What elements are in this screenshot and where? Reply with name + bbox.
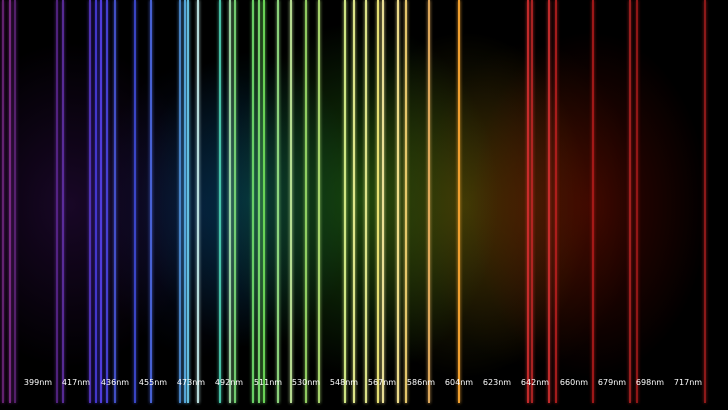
- wavelength-label: 660nm: [559, 378, 589, 387]
- wavelength-label: 623nm: [482, 378, 512, 387]
- wavelength-label: 717nm: [673, 378, 703, 387]
- wavelength-label: 492nm: [214, 378, 244, 387]
- wavelength-label: 455nm: [138, 378, 168, 387]
- wavelength-label: 586nm: [406, 378, 436, 387]
- wavelength-label: 511nm: [253, 378, 283, 387]
- wavelength-label: 642nm: [520, 378, 550, 387]
- wavelength-label: 530nm: [291, 378, 321, 387]
- wavelength-label: 698nm: [635, 378, 665, 387]
- wavelength-label: 567nm: [367, 378, 397, 387]
- wavelength-label: 473nm: [176, 378, 206, 387]
- wavelength-label: 417nm: [61, 378, 91, 387]
- spectrum-image: 399nm 417nm 436nm 455nm 473nm 492nm 511n…: [0, 0, 728, 410]
- wavelength-label: 399nm: [23, 378, 53, 387]
- wavelength-label: 679nm: [597, 378, 627, 387]
- wavelength-label: 436nm: [100, 378, 130, 387]
- wavelength-scale: 399nm 417nm 436nm 455nm 473nm 492nm 511n…: [0, 0, 728, 410]
- wavelength-label: 548nm: [329, 378, 359, 387]
- wavelength-label: 604nm: [444, 378, 474, 387]
